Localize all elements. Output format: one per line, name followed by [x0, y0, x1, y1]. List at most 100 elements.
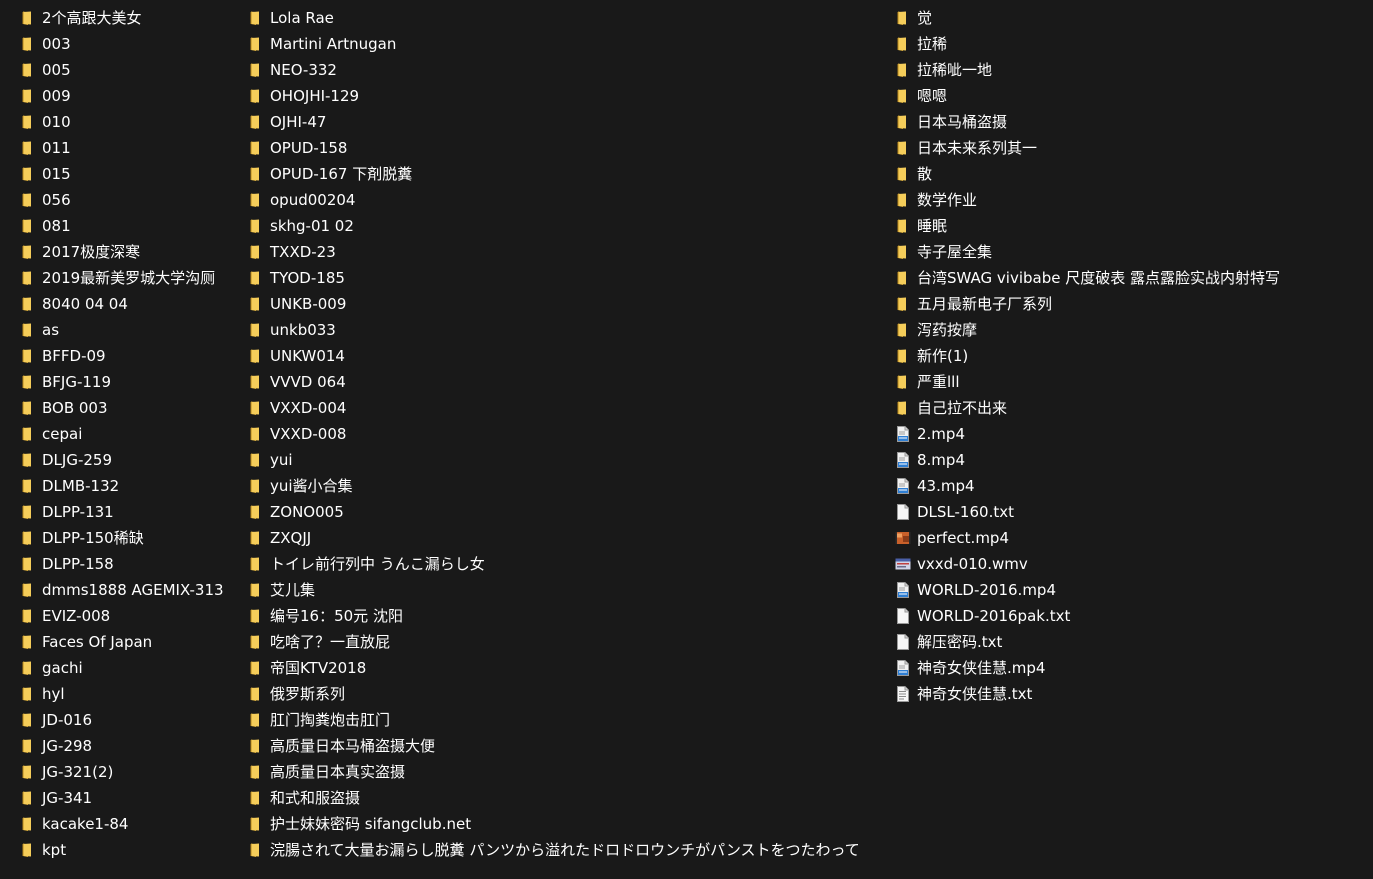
folder-item[interactable]: 日本马桶盗摄	[895, 109, 1365, 135]
folder-item[interactable]: 数学作业	[895, 187, 1365, 213]
folder-item[interactable]: NEO-332	[248, 57, 888, 83]
folder-item[interactable]: BFJG-119	[20, 369, 246, 395]
folder-item[interactable]: yui酱小合集	[248, 473, 888, 499]
file-item[interactable]: DLSL-160.txt	[895, 499, 1365, 525]
file-item[interactable]: WORLD-2016pak.txt	[895, 603, 1365, 629]
folder-item[interactable]: OHOJHI-129	[248, 83, 888, 109]
file-item[interactable]: perfect.mp4	[895, 525, 1365, 551]
item-name: kpt	[42, 841, 67, 859]
folder-item[interactable]: JG-321(2)	[20, 759, 246, 785]
folder-item[interactable]: VVVD 064	[248, 369, 888, 395]
folder-item[interactable]: cepai	[20, 421, 246, 447]
folder-item[interactable]: ZXQJJ	[248, 525, 888, 551]
folder-item[interactable]: トイレ前行列中 うんこ漏らし女	[248, 551, 888, 577]
folder-item[interactable]: EVIZ-008	[20, 603, 246, 629]
folder-item[interactable]: 五月最新电子厂系列	[895, 291, 1365, 317]
folder-item[interactable]: yui	[248, 447, 888, 473]
folder-item[interactable]: BOB 003	[20, 395, 246, 421]
folder-icon	[248, 244, 264, 260]
folder-item[interactable]: 肛门掏粪炮击肛门	[248, 707, 888, 733]
folder-item[interactable]: TXXD-23	[248, 239, 888, 265]
folder-item[interactable]: ZONO005	[248, 499, 888, 525]
folder-item[interactable]: TYOD-185	[248, 265, 888, 291]
folder-item[interactable]: 日本未来系列其一	[895, 135, 1365, 161]
folder-item[interactable]: JD-016	[20, 707, 246, 733]
file-item[interactable]: 8.mp4	[895, 447, 1365, 473]
folder-icon	[20, 478, 36, 494]
file-item[interactable]: WORLD-2016.mp4	[895, 577, 1365, 603]
folder-item[interactable]: 浣腸されて大量お漏らし脱糞 パンツから溢れたドロドロウンチがパンストをつたわって	[248, 837, 888, 863]
folder-item[interactable]: DLJG-259	[20, 447, 246, 473]
folder-item[interactable]: 2个高跟大美女	[20, 5, 246, 31]
folder-item[interactable]: DLPP-158	[20, 551, 246, 577]
folder-item[interactable]: kacake1-84	[20, 811, 246, 837]
folder-item[interactable]: 新作(1)	[895, 343, 1365, 369]
folder-item[interactable]: 和式和服盗摄	[248, 785, 888, 811]
folder-item[interactable]: dmms1888 AGEMIX-313	[20, 577, 246, 603]
folder-item[interactable]: VXXD-004	[248, 395, 888, 421]
folder-item[interactable]: skhg-01 02	[248, 213, 888, 239]
folder-item[interactable]: VXXD-008	[248, 421, 888, 447]
file-item[interactable]: vxxd-010.wmv	[895, 551, 1365, 577]
folder-item[interactable]: 011	[20, 135, 246, 161]
folder-item[interactable]: 吃啥了？一直放屁	[248, 629, 888, 655]
folder-item[interactable]: DLPP-131	[20, 499, 246, 525]
item-name: OPUD-158	[270, 139, 348, 157]
folder-item[interactable]: 台湾SWAG vivibabe 尺度破表 露点露脸实战内射特写	[895, 265, 1365, 291]
folder-item[interactable]: OPUD-167 下剤脱糞	[248, 161, 888, 187]
folder-item[interactable]: 2019最新美罗城大学沟厕	[20, 265, 246, 291]
file-item[interactable]: 2.mp4	[895, 421, 1365, 447]
folder-item[interactable]: OPUD-158	[248, 135, 888, 161]
folder-item[interactable]: 056	[20, 187, 246, 213]
folder-item[interactable]: DLMB-132	[20, 473, 246, 499]
folder-item[interactable]: 015	[20, 161, 246, 187]
folder-item[interactable]: 散	[895, 161, 1365, 187]
folder-item[interactable]: 009	[20, 83, 246, 109]
folder-item[interactable]: JG-298	[20, 733, 246, 759]
folder-item[interactable]: Lola Rae	[248, 5, 888, 31]
folder-item[interactable]: UNKW014	[248, 343, 888, 369]
folder-item[interactable]: kpt	[20, 837, 246, 863]
folder-item[interactable]: 护士妹妹密码 sifangclub.net	[248, 811, 888, 837]
folder-item[interactable]: 自己拉不出来	[895, 395, 1365, 421]
folder-item[interactable]: 010	[20, 109, 246, 135]
folder-item[interactable]: DLPP-150稀缺	[20, 525, 246, 551]
folder-item[interactable]: Faces Of Japan	[20, 629, 246, 655]
folder-item[interactable]: hyl	[20, 681, 246, 707]
file-item[interactable]: 神奇女侠佳慧.txt	[895, 681, 1365, 707]
folder-item[interactable]: Martini Artnugan	[248, 31, 888, 57]
folder-item[interactable]: 高质量日本马桶盗摄大便	[248, 733, 888, 759]
folder-item[interactable]: unkb033	[248, 317, 888, 343]
folder-item[interactable]: 高质量日本真实盗摄	[248, 759, 888, 785]
folder-item[interactable]: 泻药按摩	[895, 317, 1365, 343]
folder-item[interactable]: UNKB-009	[248, 291, 888, 317]
folder-icon	[20, 322, 36, 338]
folder-icon	[248, 686, 264, 702]
folder-item[interactable]: 拉稀	[895, 31, 1365, 57]
folder-item[interactable]: 003	[20, 31, 246, 57]
folder-item[interactable]: 嗯嗯	[895, 83, 1365, 109]
folder-item[interactable]: 俄罗斯系列	[248, 681, 888, 707]
folder-item[interactable]: 帝国KTV2018	[248, 655, 888, 681]
item-name: 2017极度深寒	[42, 243, 141, 261]
folder-item[interactable]: opud00204	[248, 187, 888, 213]
folder-item[interactable]: BFFD-09	[20, 343, 246, 369]
folder-item[interactable]: 艾儿集	[248, 577, 888, 603]
folder-item[interactable]: 编号16：50元 沈阳	[248, 603, 888, 629]
folder-item[interactable]: 8040 04 04	[20, 291, 246, 317]
folder-item[interactable]: 寺子屋全集	[895, 239, 1365, 265]
file-item[interactable]: 解压密码.txt	[895, 629, 1365, 655]
folder-item[interactable]: 觉	[895, 5, 1365, 31]
folder-item[interactable]: 拉稀呲一地	[895, 57, 1365, 83]
folder-item[interactable]: 严重lll	[895, 369, 1365, 395]
folder-item[interactable]: OJHI-47	[248, 109, 888, 135]
file-item[interactable]: 神奇女侠佳慧.mp4	[895, 655, 1365, 681]
folder-item[interactable]: 2017极度深寒	[20, 239, 246, 265]
folder-item[interactable]: 081	[20, 213, 246, 239]
folder-item[interactable]: 睡眠	[895, 213, 1365, 239]
folder-item[interactable]: 005	[20, 57, 246, 83]
file-item[interactable]: 43.mp4	[895, 473, 1365, 499]
folder-item[interactable]: gachi	[20, 655, 246, 681]
folder-item[interactable]: JG-341	[20, 785, 246, 811]
folder-item[interactable]: as	[20, 317, 246, 343]
